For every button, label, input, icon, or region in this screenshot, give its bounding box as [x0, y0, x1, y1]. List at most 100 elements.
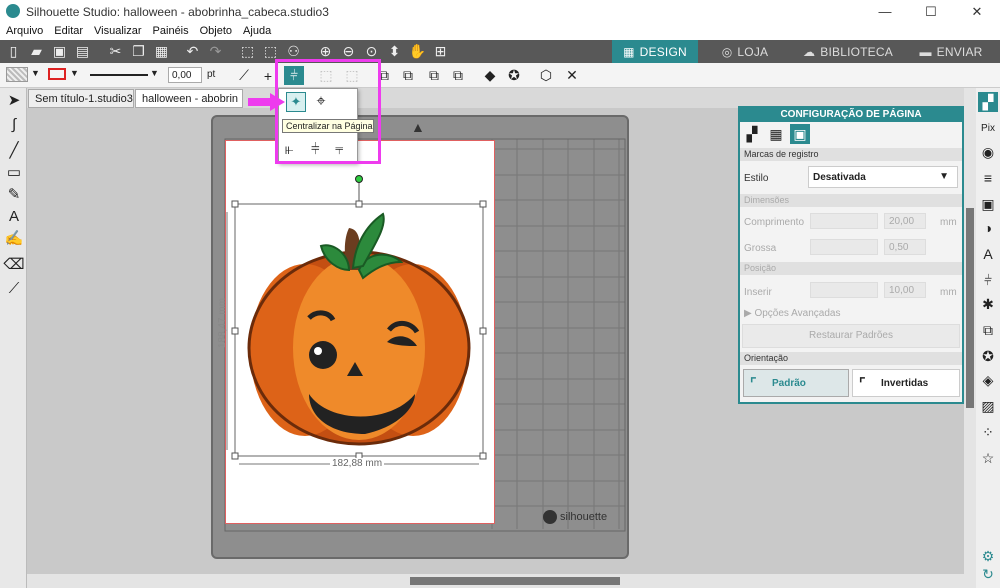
close-button[interactable]: ✕ — [954, 0, 1000, 23]
fill-color-icon[interactable]: ◉ — [978, 142, 998, 162]
minimize-button[interactable]: — — [862, 0, 908, 23]
print-icon[interactable]: ▤ — [73, 42, 92, 61]
grossa-slider[interactable] — [810, 239, 878, 255]
offset-icon[interactable]: ◈ — [978, 370, 998, 390]
line-color-dropdown-icon[interactable]: ▼ — [70, 68, 79, 78]
inserir-input[interactable]: 10,00 — [884, 282, 926, 298]
copy-icon[interactable]: ❐ — [129, 42, 148, 61]
vertical-scroll-thumb[interactable] — [966, 208, 974, 408]
horizontal-scrollbar[interactable] — [27, 574, 976, 588]
section-posicao: Posição — [740, 262, 962, 275]
pencil-icon[interactable]: ✎ — [4, 184, 24, 204]
rectangle-icon[interactable]: ▭ — [4, 162, 24, 182]
estilo-select[interactable]: Desativada ▼ — [808, 166, 958, 188]
menu-arquivo[interactable]: Arquivo — [0, 23, 48, 37]
fill-dropdown-icon[interactable]: ▼ — [31, 68, 40, 78]
tab-design[interactable]: ▦ DESIGN — [612, 40, 698, 63]
align-panel-icon[interactable]: ⫩ — [978, 270, 998, 290]
rhinestone-icon[interactable]: ⁘ — [978, 422, 998, 442]
right-panel-icons: ▞ Pix ◉ ≡ ▣ ◑ A ⫩ ✱ ⧉ ✪ ◈ ▨ ⁘ ☆ ⚙ ↻ — [976, 88, 1000, 588]
sync-icon[interactable]: ↻ — [978, 564, 998, 584]
zoom-page-icon[interactable]: ⊞ — [431, 42, 450, 61]
redo-icon[interactable]: ↷ — [206, 42, 225, 61]
line-width-input[interactable]: 0,00 — [168, 67, 202, 83]
edit-points-icon[interactable]: ∫ — [4, 114, 24, 134]
vertical-scrollbar[interactable] — [964, 88, 976, 574]
eraser-icon[interactable]: ⌫ — [3, 254, 24, 274]
knife-icon[interactable]: ⟋ — [4, 278, 24, 298]
text-style-icon[interactable]: A — [978, 244, 998, 264]
gradient-icon[interactable]: ▣ — [978, 194, 998, 214]
line-tool-icon[interactable]: ⟋ — [234, 66, 254, 85]
portrait-icon: ⌜ — [750, 375, 757, 391]
text-tool-icon[interactable]: A — [4, 206, 24, 226]
menu-editar[interactable]: Editar — [48, 23, 88, 37]
trace-icon[interactable]: ▨ — [978, 396, 998, 416]
sketch-panel-icon[interactable]: ☆ — [978, 448, 998, 468]
star-tool-icon[interactable]: ✪ — [504, 66, 524, 85]
pumpkin-graphic[interactable] — [225, 170, 495, 480]
design-grid-icon: ▦ — [623, 44, 635, 59]
paste-icon[interactable]: ▦ — [152, 42, 171, 61]
inserir-slider[interactable] — [810, 282, 878, 298]
shapes-icon[interactable]: ◆ — [480, 66, 500, 85]
pan-hand-icon[interactable]: ✋ — [408, 42, 427, 61]
menu-visualizar[interactable]: Visualizar — [88, 23, 147, 37]
undo-icon[interactable]: ↶ — [183, 42, 202, 61]
doc-tab-halloween[interactable]: halloween - abobrin — [135, 89, 243, 108]
transform-icon[interactable]: ✱ — [978, 294, 998, 314]
inserir-unit: mm — [940, 287, 957, 298]
menu-bar: Arquivo Editar Visualizar Painéis Objeto Ajud… — [0, 23, 1000, 40]
line-style-dropdown-icon[interactable]: ▼ — [150, 68, 159, 78]
estilo-label: Estilo — [744, 173, 769, 184]
restaurar-padroes-button[interactable]: Restaurar Padrões — [742, 324, 960, 348]
menu-objeto[interactable]: Objeto — [194, 23, 237, 37]
grid-tab-icon[interactable]: ▦ — [766, 124, 786, 144]
draw-line-icon[interactable]: ╱ — [4, 140, 24, 160]
comprimento-input[interactable]: 20,00 — [884, 213, 926, 229]
replicate-icon[interactable]: ⬡ — [536, 66, 556, 85]
fill-pattern-swatch[interactable] — [6, 67, 28, 82]
tab-enviar[interactable]: ▬ ENVIAR — [906, 40, 996, 63]
grossa-input[interactable]: 0,50 — [884, 239, 926, 255]
orientacao-padrao-button[interactable]: ⌜ Padrão — [743, 369, 849, 397]
save-icon[interactable]: ▣ — [50, 42, 69, 61]
tab-loja[interactable]: ◎ LOJA — [700, 40, 790, 63]
app-logo-icon — [6, 4, 20, 18]
sketch-icon[interactable]: ✍ — [4, 228, 24, 248]
tab-biblioteca[interactable]: ☁ BIBLIOTECA — [792, 40, 904, 63]
page-settings-icon[interactable]: ▞ — [978, 92, 998, 112]
transparency-icon[interactable]: ◑ — [978, 218, 998, 238]
select-arrow-icon[interactable]: ➤ — [4, 90, 24, 110]
menu-paineis[interactable]: Painéis — [147, 23, 194, 37]
fit-to-page-icon[interactable]: ⬍ — [385, 42, 404, 61]
comprimento-label: Comprimento — [744, 217, 805, 228]
registration-tab-icon[interactable]: ▣ — [790, 124, 810, 144]
cutter-icon: ▬ — [919, 44, 932, 59]
select-all-icon[interactable]: ⬚ — [238, 42, 257, 61]
cut-icon[interactable]: ✂ — [106, 42, 125, 61]
line-style-icon[interactable]: ≡ — [978, 168, 998, 188]
new-file-icon[interactable]: ▯ — [4, 42, 23, 61]
menu-ajuda[interactable]: Ajuda — [237, 23, 276, 37]
comprimento-slider[interactable] — [810, 213, 878, 229]
delete-icon[interactable]: ✕ — [562, 66, 582, 85]
title-bar: Silhouette Studio: halloween - abobrinha… — [0, 0, 1000, 23]
maximize-button[interactable]: ☐ — [908, 0, 954, 23]
open-file-icon[interactable]: ▰ — [27, 42, 46, 61]
highlight-annotation — [275, 59, 381, 164]
page-tab-icon[interactable]: ▞ — [742, 124, 762, 144]
line-color-swatch[interactable] — [48, 68, 66, 80]
horizontal-scroll-thumb[interactable] — [410, 577, 620, 585]
send-back-icon[interactable]: ⧉ — [398, 66, 418, 85]
orientacao-invertidas-button[interactable]: ⌜ Invertidas — [852, 369, 960, 397]
doc-tab-untitled[interactable]: Sem título-1.studio3 — [28, 89, 134, 108]
line-style-preview[interactable] — [90, 74, 148, 76]
pixscan-icon[interactable]: Pix — [978, 118, 998, 138]
opcoes-avancadas-toggle[interactable]: ▶ Opções Avançadas — [744, 308, 840, 319]
bring-forward-icon[interactable]: ⧉ — [424, 66, 444, 85]
send-backward-icon[interactable]: ⧉ — [448, 66, 468, 85]
settings-gear-icon[interactable]: ⚙ — [978, 546, 998, 566]
modify-icon[interactable]: ✪ — [978, 346, 998, 366]
replicate-panel-icon[interactable]: ⧉ — [978, 320, 998, 340]
